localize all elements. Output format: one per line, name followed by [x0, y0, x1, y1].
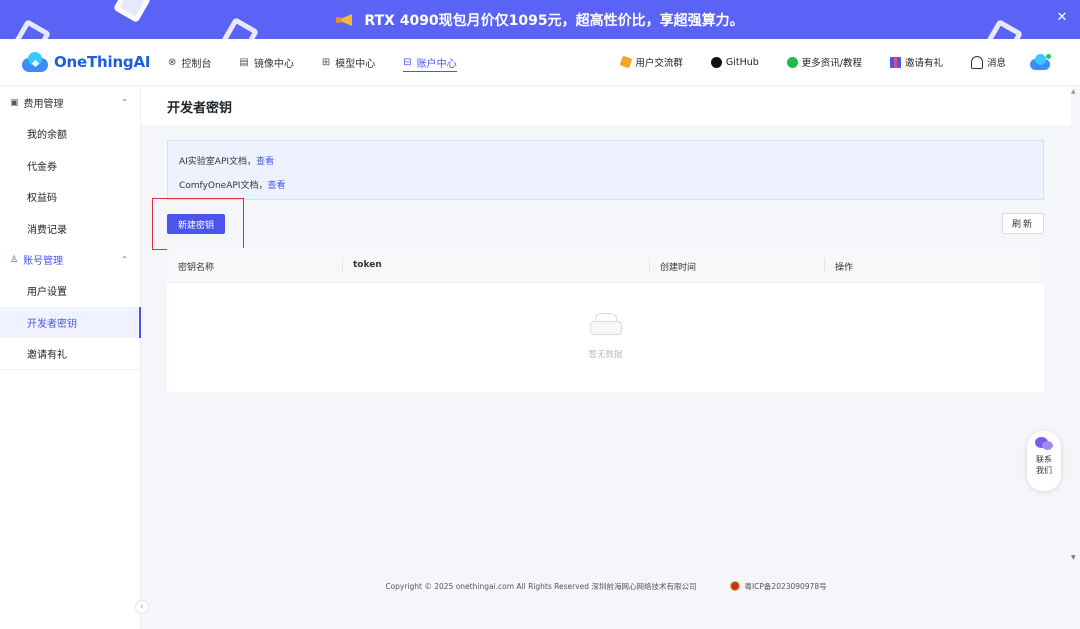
comfy-doc-line: ComfyOneAPI文档，查看: [179, 178, 285, 191]
api-doc-text: AI实验室API文档，: [179, 157, 257, 167]
nav-console[interactable]: ⊗ 控制台: [168, 39, 211, 86]
account-center-icon: ⊟: [403, 56, 412, 68]
invite-link[interactable]: 邀请有礼: [889, 55, 943, 69]
wechat-icon: [786, 56, 798, 68]
police-badge-icon: [730, 581, 741, 591]
column-header-token: token: [353, 260, 382, 270]
empty-text: 暂无数据: [588, 350, 623, 360]
column-divider: [649, 258, 650, 272]
more-info-link[interactable]: 更多资讯/教程: [786, 55, 862, 69]
copyright-text: Copyright © 2025 onethingai.com All Righ…: [385, 581, 697, 591]
api-doc-line: AI实验室API文档，查看: [179, 154, 274, 167]
nav-account-center[interactable]: ⊟ 账户中心: [403, 39, 458, 86]
github-icon: [710, 56, 722, 68]
empty-state: 暂无数据: [167, 283, 1044, 392]
logo-cloud-icon: [22, 52, 48, 72]
promo-banner: RTX 4090现包月价仅1095元，超高性价比，享超强算力。 ✕: [0, 0, 1080, 39]
ai-lab-api-doc-link[interactable]: 查看: [256, 157, 274, 167]
sidebar-item-balance[interactable]: 我的余额: [0, 118, 140, 150]
model-center-icon: ⊞: [321, 56, 331, 68]
refresh-button[interactable]: 刷新: [1002, 213, 1044, 234]
empty-box-icon: [590, 313, 622, 335]
nav-label: 镜像中心: [253, 58, 294, 70]
scroll-up-arrow[interactable]: ▲: [1071, 88, 1076, 95]
console-icon: ⊗: [168, 56, 177, 68]
contact-label-line: 联系: [1036, 455, 1052, 464]
sidebar-item-user-settings[interactable]: 用户设置: [0, 275, 140, 307]
column-header-key-name: 密钥名称: [178, 263, 215, 273]
comfy-doc-text: ComfyOneAPI文档，: [179, 181, 268, 191]
chevron-up-icon: ⌃: [121, 98, 128, 107]
github-link[interactable]: GitHub: [710, 56, 759, 68]
sidebar: ▣ 费用管理 ⌃ 我的余额 代金券 权益码 消费记录 ♙ 账号管理 ⌃ 用户设置…: [0, 87, 141, 629]
main-nav: ⊗ 控制台 ▤ 镜像中心 ⊞ 模型中心 ⊟ 账户中心: [168, 39, 485, 86]
user-icon: ♙: [10, 254, 19, 265]
megaphone-icon: [336, 11, 356, 29]
icp-link[interactable]: 粤ICP备2023090978号: [730, 581, 827, 592]
user-group-label: 用户交流群: [635, 58, 683, 69]
sidebar-group-label: 费用管理: [23, 99, 64, 110]
contact-label-line: 我们: [1036, 466, 1052, 475]
sidebar-item-vouchers[interactable]: 代金券: [0, 150, 140, 182]
header-actions: 用户交流群 GitHub 更多资讯/教程 邀请有礼 消息: [593, 54, 1052, 70]
nav-label: 控制台: [181, 58, 212, 70]
sidebar-item-spending-records[interactable]: 消费记录: [0, 213, 140, 245]
contact-label: 联系 我们: [1034, 454, 1054, 476]
gift-icon: [889, 56, 901, 68]
nav-label: 模型中心: [335, 58, 376, 70]
top-header: OneThingAI ⊗ 控制台 ▤ 镜像中心 ⊞ 模型中心 ⊟ 账户中心 用户…: [0, 39, 1080, 86]
api-docs-notice: AI实验室API文档，查看 ComfyOneAPI文档，查看: [167, 140, 1044, 200]
page-title: 开发者密钥: [167, 101, 233, 116]
nav-model-center[interactable]: ⊞ 模型中心: [322, 39, 375, 86]
chat-icon: [1035, 437, 1053, 451]
user-group-link[interactable]: 用户交流群: [619, 55, 683, 69]
comfy-api-doc-link[interactable]: 查看: [267, 181, 285, 191]
footer: Copyright © 2025 onethingai.com All Righ…: [141, 578, 1071, 594]
banner-text: RTX 4090现包月价仅1095元，超高性价比，享超强算力。: [364, 12, 744, 29]
chevron-up-icon: ⌃: [121, 255, 128, 264]
nav-image-center[interactable]: ▤ 镜像中心: [239, 39, 293, 86]
close-icon[interactable]: ✕: [1054, 10, 1070, 26]
logo-text: OneThingAI: [54, 53, 151, 71]
messages-label: 消息: [986, 58, 1006, 69]
column-header-actions: 操作: [835, 263, 854, 273]
user-group-icon: [619, 55, 633, 69]
sidebar-collapse-button[interactable]: ‹: [135, 600, 149, 614]
sidebar-group-billing[interactable]: ▣ 费用管理 ⌃: [0, 87, 140, 118]
sidebar-item-invite[interactable]: 邀请有礼: [0, 338, 140, 370]
highlight-box: [152, 198, 244, 250]
banner-message[interactable]: RTX 4090现包月价仅1095元，超高性价比，享超强算力。: [0, 0, 1080, 39]
nav-label: 账户中心: [416, 58, 457, 70]
column-divider: [342, 258, 343, 272]
wallet-icon: ▣: [10, 97, 19, 108]
sidebar-group-label: 账号管理: [23, 256, 64, 267]
github-label: GitHub: [725, 56, 759, 68]
sidebar-item-developer-keys[interactable]: 开发者密钥: [0, 306, 141, 338]
sidebar-group-account[interactable]: ♙ 账号管理 ⌃: [0, 244, 140, 275]
bell-icon: [970, 55, 983, 69]
sidebar-item-benefit-code[interactable]: 权益码: [0, 181, 140, 213]
avatar[interactable]: [1030, 54, 1052, 70]
column-header-created-time: 创建时间: [660, 263, 697, 273]
more-info-label: 更多资讯/教程: [801, 58, 862, 69]
logo[interactable]: OneThingAI: [22, 52, 152, 72]
table-header: 密钥名称 token 创建时间 操作: [167, 248, 1044, 283]
scroll-down-arrow[interactable]: ▼: [1071, 554, 1076, 561]
contact-us-button[interactable]: 联系 我们: [1027, 431, 1061, 491]
keys-table: 密钥名称 token 创建时间 操作 暂无数据: [167, 248, 1044, 392]
invite-label: 邀请有礼: [904, 58, 943, 69]
icp-text: 粤ICP备2023090978号: [744, 581, 827, 591]
column-divider: [824, 258, 825, 272]
title-bar: 开发者密钥: [141, 87, 1071, 125]
image-center-icon: ▤: [239, 56, 249, 68]
messages-link[interactable]: 消息: [970, 55, 1006, 69]
